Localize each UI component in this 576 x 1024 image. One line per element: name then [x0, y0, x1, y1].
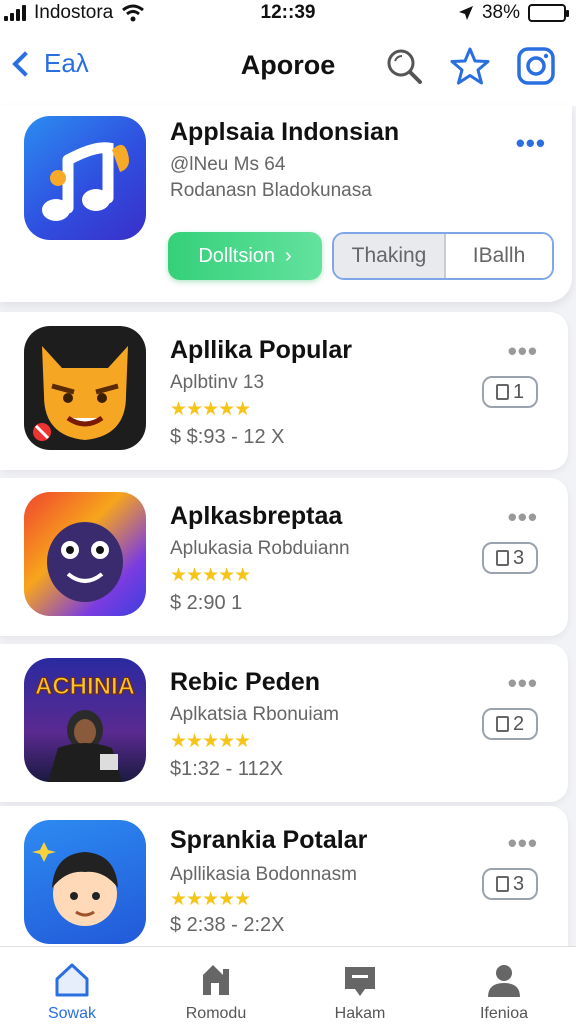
download-badge[interactable]: 3	[482, 868, 538, 900]
chevron-right-icon: ›	[285, 244, 292, 267]
install-button-label: Dolltsion	[198, 244, 276, 267]
app-subtitle: Aplukasia Robduiann	[170, 538, 350, 559]
battery-icon	[528, 4, 569, 22]
download-badge[interactable]: 1	[482, 376, 538, 408]
app-price: $ 2:90 1	[170, 592, 243, 614]
home-icon	[55, 963, 89, 997]
featured-app-handle: @lNeu Ms 64	[170, 154, 286, 175]
app-price: $1:32 - 112X	[170, 758, 284, 780]
star-icon[interactable]	[450, 46, 490, 86]
music-app-icon[interactable]	[24, 116, 146, 240]
list-item[interactable]: Sprankia Potalar Apllikasia Bodonnasm ★★…	[0, 806, 568, 964]
svg-text:ACHINIA: ACHINIA	[35, 673, 135, 700]
app-name: Apllika Popular	[170, 336, 352, 364]
tab-bar: Sowak Romodu Hakam Ifenioa	[0, 946, 576, 1024]
battery-percent: 38%	[481, 2, 520, 23]
more-options-icon[interactable]: •••	[508, 828, 538, 859]
list-item[interactable]: ACHINIA Rebic Peden Aplkatsia Rbonuiam ★…	[0, 644, 568, 802]
tab-label: Ifenioa	[479, 1005, 529, 1022]
app-name: Aplkasbreptaa	[170, 502, 343, 530]
featured-app-description: Rodanasn Bladokunasa	[170, 180, 372, 201]
profile-icon	[488, 965, 520, 997]
rating-stars: ★★★★★	[170, 565, 251, 586]
tab-label: Romodu	[185, 1005, 247, 1022]
install-button[interactable]: Dolltsion ›	[168, 232, 322, 280]
more-options-icon[interactable]: •••	[508, 336, 538, 367]
tab-hakam[interactable]: Hakam	[288, 947, 432, 1024]
apps-icon	[203, 965, 229, 995]
tab-label: Sowak	[47, 1005, 97, 1022]
tab-ifenioa[interactable]: Ifenioa	[432, 947, 576, 1024]
document-icon	[495, 384, 509, 400]
cat-app-icon[interactable]	[24, 326, 146, 450]
app-name: Sprankia Potalar	[170, 826, 368, 854]
document-icon	[495, 876, 509, 892]
rating-stars: ★★★★★	[170, 731, 251, 752]
more-options-icon[interactable]: •••	[516, 128, 546, 159]
segment-iballh[interactable]: IBallh	[446, 234, 552, 278]
app-price: $ 2:38 - 2:2X	[170, 914, 285, 936]
more-options-icon[interactable]: •••	[508, 668, 538, 699]
download-badge[interactable]: 3	[482, 542, 538, 574]
instagram-icon[interactable]	[516, 46, 556, 86]
document-icon	[495, 716, 509, 732]
tab-romodu[interactable]: Romodu	[144, 947, 288, 1024]
games-icon	[345, 967, 375, 996]
segmented-control[interactable]: Thaking IBallh	[332, 232, 554, 280]
featured-app-name: Applsaia Indonsian	[170, 118, 400, 146]
kid-app-icon[interactable]	[24, 820, 146, 944]
rating-stars: ★★★★★	[170, 889, 251, 910]
segment-thaking[interactable]: Thaking	[334, 234, 446, 278]
app-subtitle: Aplbtinv 13	[170, 372, 265, 393]
navigation-bar: Eaλ Aporoe	[0, 28, 576, 106]
list-item[interactable]: Apllika Popular Aplbtinv 13 ★★★★★ $ $:93…	[0, 312, 568, 470]
app-subtitle: Apllikasia Bodonnasm	[170, 864, 357, 885]
location-icon	[458, 6, 473, 20]
list-item[interactable]: Aplkasbreptaa Aplukasia Robduiann ★★★★★ …	[0, 478, 568, 636]
rating-stars: ★★★★★	[170, 399, 251, 420]
download-badge[interactable]: 2	[482, 708, 538, 740]
document-icon	[495, 550, 509, 566]
app-name: Rebic Peden	[170, 668, 321, 696]
status-bar: Indostora 12::39 38%	[0, 0, 576, 28]
app-price: $ $:93 - 12 X	[170, 426, 285, 448]
tab-label: Hakam	[334, 1005, 386, 1022]
tab-sowak[interactable]: Sowak	[0, 947, 144, 1024]
search-icon[interactable]	[384, 46, 424, 86]
game-app-icon[interactable]: ACHINIA	[24, 658, 146, 782]
app-subtitle: Aplkatsia Rbonuiam	[170, 704, 339, 725]
monster-app-icon[interactable]	[24, 492, 146, 616]
more-options-icon[interactable]: •••	[508, 502, 538, 533]
